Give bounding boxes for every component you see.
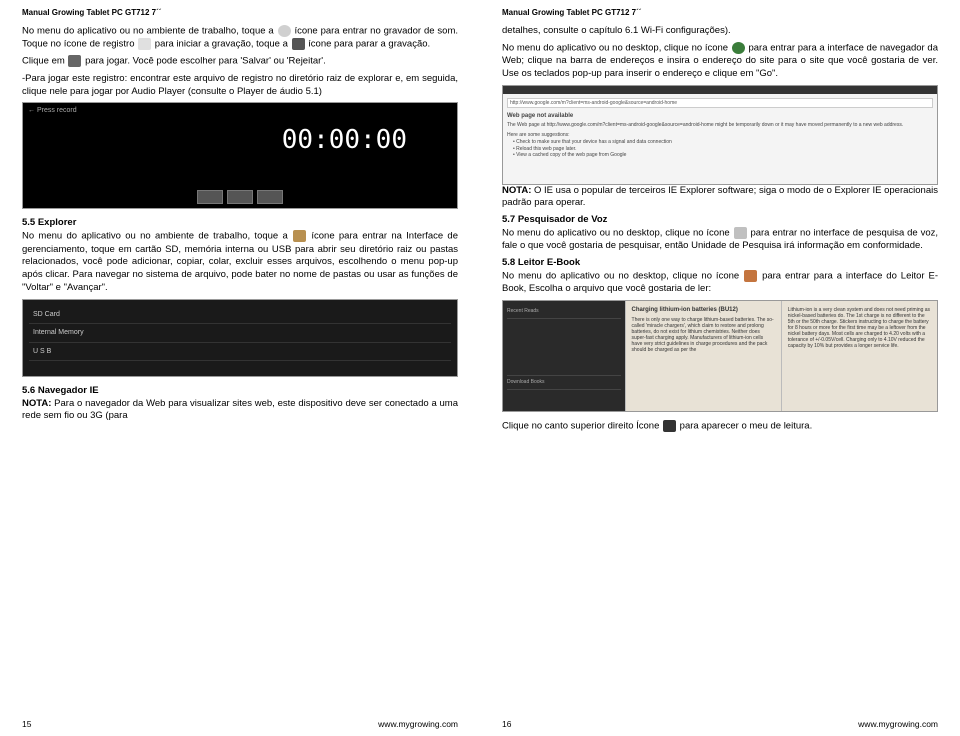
left-p1: No menu do aplicativo ou no ambiente de … xyxy=(22,25,458,52)
browser-li: • Reload this web page later. xyxy=(507,146,933,153)
text: para iniciar a gravação, toque a xyxy=(155,39,288,50)
ebook-sidebar: Recent Reads Download Books xyxy=(503,301,625,411)
recorder-btn xyxy=(197,190,223,204)
right-page: Manual Growing Tablet PC GT712 7´´ detal… xyxy=(480,0,960,736)
s56-title: 5.6 Navegador IE xyxy=(22,385,99,396)
s57-title: 5.7 Pesquisador de Voz xyxy=(502,214,607,225)
ebook-page-left: Charging lithium-ion batteries (BU12) Th… xyxy=(625,301,781,411)
browser-title: Web page not available xyxy=(507,112,933,120)
text: Clique no canto superior direito Ícone xyxy=(502,421,659,432)
text: Para o navegador da Web para visualizar … xyxy=(22,398,458,422)
files-icon xyxy=(293,230,306,242)
browser-li: • View a cached copy of the web page fro… xyxy=(507,152,933,159)
page-number: 15 xyxy=(22,719,31,730)
right-nota2: NOTA: O IE usa o popular de terceiros IE… xyxy=(502,185,938,211)
left-footer: 15 www.mygrowing.com xyxy=(22,719,458,730)
explorer-item: U S B xyxy=(29,343,451,361)
explorer-item: SD Card xyxy=(29,306,451,324)
text: para aparecer o meu de leitura. xyxy=(680,421,813,432)
stop-icon xyxy=(292,38,305,50)
text: No menu do aplicativo ou no desktop, cli… xyxy=(502,228,730,239)
browser-top-bar xyxy=(503,86,937,94)
ebook-page-text: There is only one way to charge lithium-… xyxy=(632,317,775,353)
recorder-btn xyxy=(257,190,283,204)
recorder-btn xyxy=(227,190,253,204)
right-header: Manual Growing Tablet PC GT712 7´´ xyxy=(502,8,938,19)
record-icon xyxy=(138,38,151,50)
right-p2: No menu do aplicativo ou no desktop, cli… xyxy=(502,42,938,81)
section-5-5: 5.5 Explorer No menu do aplicativo ou no… xyxy=(22,217,458,294)
recorder-time: 00:00:00 xyxy=(282,123,407,158)
recorder-buttons xyxy=(197,190,283,204)
right-p1: detalhes, consulte o capítulo 6.1 Wi-Fi … xyxy=(502,25,938,38)
right-last: Clique no canto superior direito Ícone p… xyxy=(502,420,938,433)
explorer-item: Internal Memory xyxy=(29,324,451,342)
ebook-pages: Charging lithium-ion batteries (BU12) Th… xyxy=(625,301,937,411)
browser-body: The Web page at http://www.google.com/m?… xyxy=(507,122,933,129)
ebook-screenshot: Recent Reads Download Books Charging lit… xyxy=(502,300,938,412)
browser-sugg: Here are some suggestions: xyxy=(507,132,933,139)
ebook-page-right: Lithium-ion is a very clean system and d… xyxy=(781,301,937,411)
footer-url: www.mygrowing.com xyxy=(858,719,938,730)
left-p3: -Para jogar este registro: encontrar est… xyxy=(22,73,458,99)
ebook-row: Download Books xyxy=(507,376,621,390)
voice-search-icon xyxy=(734,227,747,239)
mic-icon xyxy=(278,25,291,37)
text: para jogar. Você pode escolher para 'Sal… xyxy=(85,56,326,67)
page-number: 16 xyxy=(502,719,511,730)
explorer-screenshot: SD Card Internal Memory U S B xyxy=(22,299,458,377)
nota-label: NOTA: xyxy=(502,185,531,196)
s56-nota: NOTA: xyxy=(22,398,51,409)
section-5-6: 5.6 Navegador IE NOTA: Para o navegador … xyxy=(22,385,458,423)
menu-icon xyxy=(663,420,676,432)
text: No menu do aplicativo ou no desktop, cli… xyxy=(502,270,739,281)
ebook-row: Recent Reads xyxy=(507,305,621,319)
browser-li: • Check to make sure that your device ha… xyxy=(507,139,933,146)
browser-screenshot: http://www.google.com/m?client=ms-androi… xyxy=(502,85,938,185)
s58-title: 5.8 Leitor E-Book xyxy=(502,257,580,268)
globe-icon xyxy=(732,42,745,54)
left-header: Manual Growing Tablet PC GT712 7´´ xyxy=(22,8,458,19)
right-footer: 16 www.mygrowing.com xyxy=(502,719,938,730)
footer-url: www.mygrowing.com xyxy=(378,719,458,730)
left-p2: Clique em para jogar. Você pode escolher… xyxy=(22,55,458,68)
recorder-screenshot: ← Press record 00:00:00 xyxy=(22,102,458,209)
section-5-8: 5.8 Leitor E-Book No menu do aplicativo … xyxy=(502,257,938,296)
ebook-page-text: Lithium-ion is a very clean system and d… xyxy=(788,307,931,349)
section-5-7: 5.7 Pesquisador de Voz No menu do aplica… xyxy=(502,214,938,253)
text: No menu do aplicativo ou no ambiente de … xyxy=(22,25,274,36)
play-icon xyxy=(68,55,81,67)
left-page: Manual Growing Tablet PC GT712 7´´ No me… xyxy=(0,0,480,736)
text: No menu do aplicativo ou no ambiente de … xyxy=(22,231,288,242)
ebook-cover xyxy=(507,319,621,376)
text: Clique em xyxy=(22,56,65,67)
text: No menu do aplicativo ou no desktop, cli… xyxy=(502,42,728,53)
text: O IE usa o popular de terceiros IE Explo… xyxy=(502,185,938,209)
text: ícone para parar a gravação. xyxy=(308,39,430,50)
s55-title: 5.5 Explorer xyxy=(22,217,76,228)
ebook-icon xyxy=(744,270,757,282)
url-bar: http://www.google.com/m?client=ms-androi… xyxy=(507,98,933,109)
ebook-page-title: Charging lithium-ion batteries (BU12) xyxy=(632,307,775,314)
recorder-label: ← Press record xyxy=(23,103,457,118)
